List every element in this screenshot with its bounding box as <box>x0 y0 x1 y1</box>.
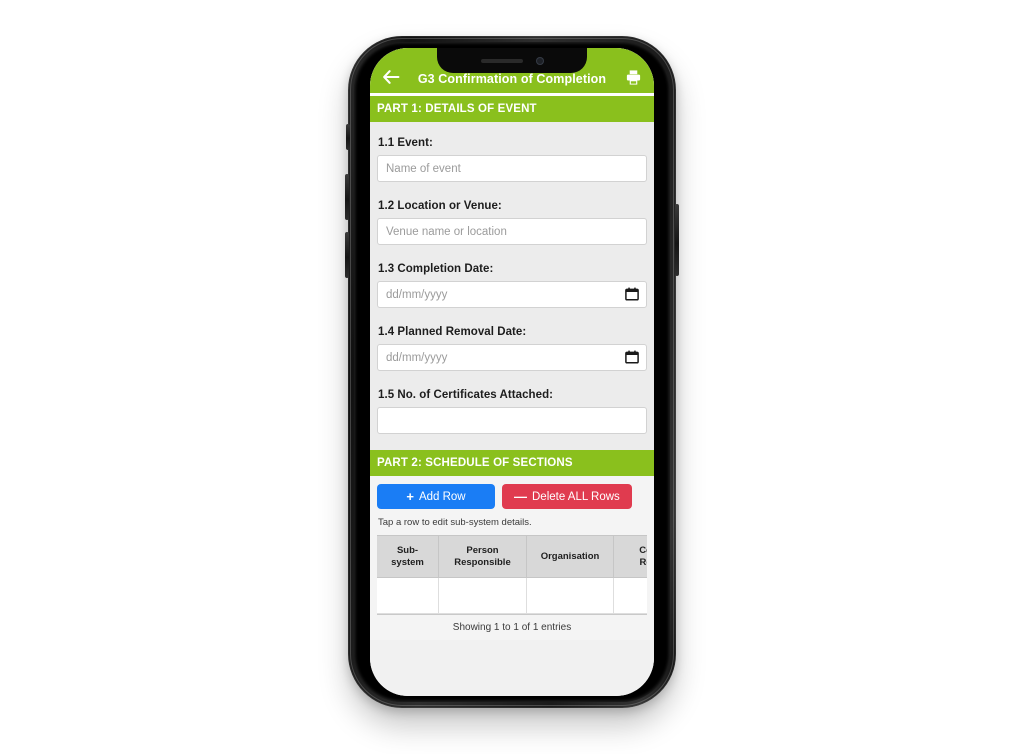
header-line-2: system <box>391 556 424 568</box>
app-scroll-container[interactable]: G3 Confirmation of Completion PART 1: DE… <box>370 48 654 696</box>
event-input[interactable] <box>377 155 647 182</box>
column-header-certificate-reference[interactable]: Certificate Reference <box>613 535 647 578</box>
table-hint-text: Tap a row to edit sub-system details. <box>378 517 532 528</box>
label-certificates-attached: 1.5 No. of Certificates Attached: <box>378 389 554 401</box>
cell-person-responsible <box>438 577 527 614</box>
part1-banner: PART 1: DETAILS OF EVENT <box>370 96 654 122</box>
location-venue-input[interactable] <box>377 218 647 245</box>
add-row-label: Add Row <box>418 490 466 503</box>
printer-icon[interactable] <box>622 66 644 88</box>
label-completion-date: 1.3 Completion Date: <box>378 263 494 275</box>
header-line-1: Sub- <box>396 544 419 556</box>
phone-screen: G3 Confirmation of Completion PART 1: DE… <box>370 48 654 696</box>
plus-icon: + <box>406 489 414 504</box>
header-line-2: Responsible <box>454 556 511 568</box>
label-planned-removal-date: 1.4 Planned Removal Date: <box>378 326 527 338</box>
add-row-button[interactable]: + Add Row <box>377 484 495 509</box>
label-location: 1.2 Location or Venue: <box>378 200 502 212</box>
part2-banner: PART 2: SCHEDULE OF SECTIONS <box>370 450 654 476</box>
cell-sub-system <box>377 577 439 614</box>
sections-table-scroll[interactable]: Sub- system Person Responsible Organisat… <box>377 535 647 614</box>
cell-organisation <box>526 577 614 614</box>
volume-up-button[interactable] <box>345 174 349 220</box>
completion-date-field <box>377 281 647 321</box>
delete-all-rows-button[interactable]: — Delete ALL Rows <box>502 484 632 509</box>
header-line-1: Person <box>466 544 499 556</box>
phone-device-mockup: G3 Confirmation of Completion PART 1: DE… <box>345 36 679 708</box>
certificates-attached-input[interactable] <box>377 407 647 434</box>
delete-all-rows-label: Delete ALL Rows <box>532 490 620 503</box>
earpiece-speaker-icon <box>480 58 523 63</box>
minus-icon: — <box>514 489 527 504</box>
front-camera-icon <box>535 56 544 65</box>
column-header-sub-system[interactable]: Sub- system <box>377 535 439 578</box>
column-header-person-responsible[interactable]: Person Responsible <box>438 535 527 578</box>
label-event: 1.1 Event: <box>378 137 433 149</box>
silent-switch-button[interactable] <box>346 124 350 150</box>
table-row[interactable] <box>377 577 647 614</box>
planned-removal-date-input[interactable] <box>377 344 647 371</box>
header-line-1: Certificate <box>639 544 647 556</box>
column-header-organisation[interactable]: Organisation <box>526 535 614 578</box>
phone-notch <box>437 48 587 73</box>
completion-date-input[interactable] <box>377 281 647 308</box>
volume-down-button[interactable] <box>345 232 349 278</box>
table-entries-summary: Showing 1 to 1 of 1 entries <box>377 614 647 640</box>
power-button[interactable] <box>675 204 679 276</box>
part2-body: + Add Row — Delete ALL Rows Tap a row to… <box>370 476 654 640</box>
table-header-row: Sub- system Person Responsible Organisat… <box>377 535 647 578</box>
header-line-1: Organisation <box>540 550 600 562</box>
table-action-buttons: + Add Row — Delete ALL Rows <box>377 484 647 509</box>
part1-form: 1.1 Event: 1.2 Location or Venue: 1.3 Co… <box>370 122 654 450</box>
planned-removal-date-field <box>377 344 647 384</box>
back-arrow-icon[interactable] <box>380 66 402 88</box>
cell-certificate-reference <box>613 577 647 614</box>
sections-table: Sub- system Person Responsible Organisat… <box>377 535 647 614</box>
header-line-2: Reference <box>639 556 647 568</box>
